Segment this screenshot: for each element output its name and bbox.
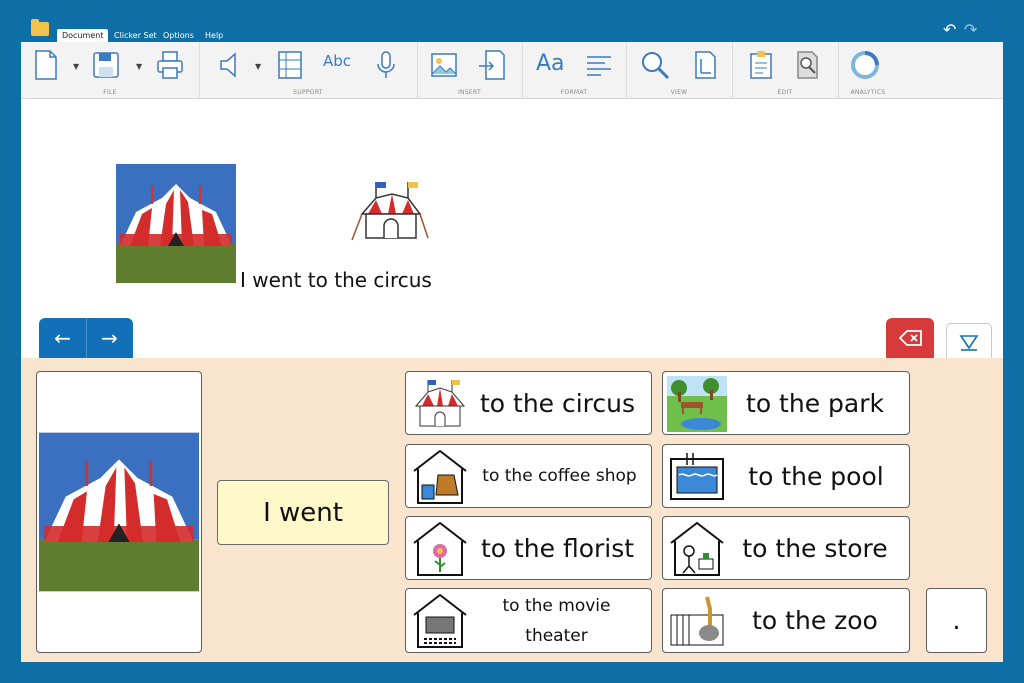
group-label-edit: EDIT — [777, 89, 793, 96]
page-size-icon[interactable] — [690, 49, 720, 81]
insert-file-icon[interactable] — [477, 49, 507, 81]
delete-word-button[interactable] — [886, 318, 934, 359]
redo-icon[interactable]: ↷ — [964, 20, 977, 39]
park-icon — [667, 376, 727, 432]
navigation-tabs: ← → — [39, 318, 133, 359]
menu-bar: Document Clicker Set Options Help ↶ ↷ — [21, 19, 1003, 42]
support-group: ▼ Abc SUPPORT — [199, 42, 418, 98]
analytics-icon[interactable] — [850, 49, 880, 81]
movie-theater-icon — [413, 593, 467, 648]
alignment-icon[interactable] — [584, 49, 614, 81]
coffee-shop-icon — [413, 449, 467, 504]
group-label-file: FILE — [103, 89, 117, 96]
insert-group: INSERT — [417, 42, 523, 98]
insert-picture-icon[interactable] — [429, 49, 459, 81]
cell-to-the-zoo[interactable]: to the zoo — [662, 588, 910, 653]
forward-arrow-button[interactable]: → — [86, 318, 133, 359]
cell-label: to the movie theater — [502, 595, 611, 646]
store-icon — [670, 521, 724, 576]
cell-label: . — [952, 605, 961, 636]
cell-to-the-pool[interactable]: to the pool — [662, 444, 910, 508]
cell-label: to the zoo — [752, 606, 878, 635]
new-dropdown-icon[interactable]: ▼ — [73, 62, 79, 71]
folder-icon[interactable] — [31, 19, 49, 36]
view-group: VIEW — [626, 42, 733, 98]
speech-dropdown-icon[interactable]: ▼ — [255, 62, 261, 71]
analytics-group: ANALYTICS — [838, 42, 898, 98]
find-icon[interactable] — [792, 49, 822, 81]
hide-grid-button[interactable] — [946, 323, 992, 360]
print-icon[interactable] — [155, 49, 185, 81]
cell-label: to the circus — [479, 388, 636, 418]
save-dropdown-icon[interactable]: ▼ — [136, 62, 142, 71]
spell-check-icon[interactable]: Abc — [323, 52, 357, 70]
circus-photo — [116, 164, 236, 283]
zoo-icon — [670, 596, 724, 646]
circus-tent-icon — [414, 380, 466, 427]
group-label-support: SUPPORT — [293, 89, 323, 96]
back-arrow-button[interactable]: ← — [39, 318, 87, 359]
group-label-view: VIEW — [670, 89, 688, 96]
cell-to-the-coffee-shop[interactable]: to the coffee shop — [405, 444, 652, 508]
cell-to-the-movie-theater[interactable]: to the movie theater — [405, 588, 652, 653]
file-group: ▼ ▼ FILE — [21, 42, 200, 98]
edit-group: EDIT — [732, 42, 839, 98]
undo-icon[interactable]: ↶ — [943, 20, 956, 39]
cell-period[interactable]: . — [926, 588, 987, 653]
triangle-down-icon — [959, 335, 979, 351]
backspace-icon — [898, 330, 922, 346]
cell-label: to the florist — [480, 533, 635, 563]
group-label-format: FORMAT — [560, 89, 588, 96]
cell-label: to the park — [746, 388, 884, 418]
cell-label: to the pool — [748, 461, 884, 491]
pool-icon — [670, 453, 724, 500]
florist-icon — [413, 521, 467, 576]
microphone-icon[interactable] — [371, 49, 401, 81]
tab-options[interactable]: Options — [158, 29, 199, 42]
save-icon[interactable] — [91, 49, 121, 81]
cell-to-the-park[interactable]: to the park — [662, 371, 910, 435]
circus-tent-symbol — [351, 182, 429, 241]
cell-label: to the coffee shop — [482, 466, 637, 486]
paste-icon[interactable] — [746, 49, 776, 81]
tab-document[interactable]: Document — [57, 29, 109, 42]
group-label-insert: INSERT — [457, 89, 482, 96]
cell-to-the-circus[interactable]: to the circus — [405, 371, 652, 435]
cell-to-the-store[interactable]: to the store — [662, 516, 910, 580]
document-sentence[interactable]: I went to the circus — [240, 268, 432, 292]
word-predictor-icon[interactable] — [275, 49, 305, 81]
starter-cell-i-went[interactable]: I went — [217, 480, 389, 545]
ribbon-toolbar: ▼ ▼ FILE ▼ Abc SUPPORT INSERT Aa FORMAT … — [21, 42, 1003, 99]
font-icon[interactable]: Aa — [536, 51, 565, 76]
zoom-icon[interactable] — [640, 49, 670, 81]
cell-label: to the store — [742, 533, 888, 563]
tab-help[interactable]: Help — [200, 29, 228, 42]
speaker-icon[interactable] — [215, 49, 245, 81]
group-label-analytics: ANALYTICS — [850, 89, 886, 96]
tab-clicker-set[interactable]: Clicker Set — [109, 29, 162, 42]
format-group: Aa FORMAT — [522, 42, 627, 98]
new-document-icon[interactable] — [31, 49, 61, 81]
cell-to-the-florist[interactable]: to the florist — [405, 516, 652, 580]
circus-photo-large — [39, 432, 199, 592]
picture-cell[interactable] — [36, 371, 202, 653]
